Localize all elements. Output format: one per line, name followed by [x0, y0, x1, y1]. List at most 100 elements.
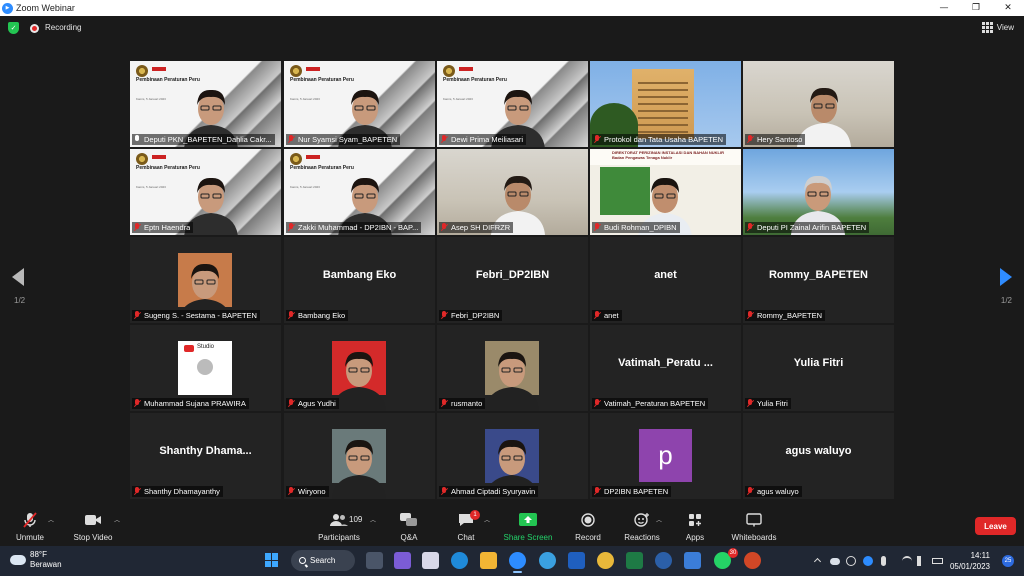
sync-icon[interactable] — [846, 556, 856, 566]
microphone-muted-icon — [440, 487, 448, 496]
participant-display-name: Bambang Eko — [322, 269, 397, 281]
youtube-studio-icon — [184, 345, 194, 352]
participant-tile[interactable]: DIREKTORAT PERIZINAN INSTALASI DAN BAHAN… — [590, 149, 741, 235]
clock-time: 14:11 — [970, 551, 990, 560]
reactions-button[interactable]: Reactions — [612, 512, 672, 542]
video-options-chevron-icon[interactable]: ︿ — [114, 515, 120, 524]
weather-widget[interactable]: 88°F Berawan — [7, 550, 62, 570]
close-button[interactable]: ✕ — [992, 0, 1024, 16]
word-icon[interactable] — [568, 552, 585, 569]
unmute-label: Unmute — [15, 533, 44, 542]
participant-tile[interactable]: Pembinaan Peraturan Perundang-undangan K… — [130, 61, 281, 147]
microphone-muted-icon — [133, 311, 141, 320]
zoom-logo-icon: ▶ — [2, 2, 13, 14]
participant-tile[interactable]: Deputi PI Zainal Arifin BAPETEN — [743, 149, 894, 235]
participant-tile[interactable]: Bambang Eko Bambang Eko — [284, 237, 435, 323]
task-view-icon[interactable] — [366, 552, 383, 569]
next-page-icon[interactable] — [1000, 268, 1012, 286]
participant-name-label: Febri_DP2IBN — [439, 310, 503, 321]
participant-name-label: Muhammad Sujana PRAWIRA — [132, 398, 249, 409]
taskbar-clock[interactable]: 14:11 05/01/2023 — [950, 550, 990, 572]
participant-tile[interactable]: Asep SH DIFRZR — [437, 149, 588, 235]
shield-check-icon[interactable]: ✓ — [8, 22, 19, 34]
microphone-muted-icon — [746, 487, 754, 496]
wifi-icon[interactable] — [902, 556, 912, 566]
participant-tile[interactable]: Pembinaan Peraturan Perundang-undangan K… — [130, 149, 281, 235]
participant-tile[interactable]: Ahmad Ciptadi Syuryavin — [437, 413, 588, 499]
onedrive-cloud-icon[interactable] — [830, 558, 840, 565]
microphone-muted-icon — [746, 311, 754, 320]
qa-icon — [400, 512, 418, 528]
zoom-tray-icon[interactable] — [863, 556, 873, 566]
microphone-muted-icon — [133, 487, 141, 496]
recording-label[interactable]: Recording — [45, 23, 81, 32]
edge-browser-icon[interactable] — [451, 552, 468, 569]
view-button[interactable]: View — [981, 22, 1014, 33]
participant-tile[interactable]: p DP2IBN BAPETEN — [590, 413, 741, 499]
participant-name-label: Vatimah_Peraturan BAPETEN — [592, 398, 709, 409]
participant-tile[interactable]: Yulia Fitri Yulia Fitri — [743, 325, 894, 411]
edge-beta-icon[interactable] — [539, 552, 556, 569]
audio-options-chevron-icon[interactable]: ︿ — [48, 515, 54, 524]
microphone-muted-icon — [133, 223, 141, 232]
participant-display-name: Yulia Fitri — [793, 357, 844, 369]
window-controls: — ❐ ✕ — [928, 0, 1024, 16]
volume-icon[interactable] — [917, 556, 923, 566]
participant-tile[interactable]: Febri_DP2IBN Febri_DP2IBN — [437, 237, 588, 323]
widgets-icon[interactable] — [422, 552, 439, 569]
zoom-app-icon[interactable] — [509, 552, 526, 573]
participant-tile[interactable]: Shanthy Dhama... Shanthy Dhamayanthy — [130, 413, 281, 499]
browser-icon[interactable] — [655, 552, 672, 569]
apps-button[interactable]: Apps — [665, 512, 725, 542]
photos-icon[interactable] — [684, 552, 701, 569]
chrome-icon[interactable] — [597, 552, 614, 569]
slide-date: Kamis, 5 Januari 2023 — [136, 185, 166, 189]
whiteboards-button[interactable]: Whiteboards — [724, 512, 784, 542]
notification-badge[interactable]: 25 — [1002, 555, 1014, 567]
participant-name: Agus Yudhi — [298, 399, 336, 408]
participant-tile[interactable]: Studio Muhammad Sujana PRAWIRA — [130, 325, 281, 411]
view-label: View — [996, 23, 1014, 32]
participant-tile[interactable]: anet anet — [590, 237, 741, 323]
participant-tile[interactable]: Protokol dan Tata Usaha BAPETEN — [590, 61, 741, 147]
minimize-button[interactable]: — — [928, 0, 960, 16]
participants-chevron-icon[interactable]: ︿ — [370, 515, 376, 524]
leave-button[interactable]: Leave — [975, 517, 1016, 535]
bapeten-logo-icon — [459, 67, 473, 71]
previous-page-icon[interactable] — [12, 268, 24, 286]
windows-taskbar: 88°F Berawan Search 30 14:11 05/01/2023 … — [0, 546, 1024, 576]
teams-chat-icon[interactable] — [394, 552, 411, 569]
participant-tile[interactable]: Pembinaan Peraturan Perundang-undangan K… — [284, 149, 435, 235]
participant-tile[interactable]: Rommy_BAPETEN Rommy_BAPETEN — [743, 237, 894, 323]
participant-tile[interactable]: Wiryono — [284, 413, 435, 499]
participant-tile[interactable]: Sugeng S. - Sestama - BAPETEN — [130, 237, 281, 323]
chat-chevron-icon[interactable]: ︿ — [484, 515, 490, 524]
share-screen-button[interactable]: Share Screen — [498, 512, 558, 542]
participant-tile[interactable]: agus waluyo agus waluyo — [743, 413, 894, 499]
microphone-tray-icon[interactable] — [881, 556, 886, 566]
participant-tile[interactable]: Pembinaan Peraturan Perundang-undangan K… — [437, 61, 588, 147]
reactions-chevron-icon[interactable]: ︿ — [656, 515, 662, 524]
maximize-button[interactable]: ❐ — [960, 0, 992, 16]
windows-start-icon[interactable] — [265, 553, 279, 567]
participant-tile[interactable]: rusmanto — [437, 325, 588, 411]
participant-tile[interactable]: Pembinaan Peraturan Perundang-undangan K… — [284, 61, 435, 147]
record-button[interactable]: Record — [558, 512, 618, 542]
battery-icon[interactable] — [932, 558, 943, 564]
participant-name-label: Deputi PI Zainal Arifin BAPETEN — [745, 222, 870, 233]
participant-name-label: Nur Syamsi Syam_BAPETEN — [286, 134, 401, 145]
participant-tile[interactable]: Vatimah_Peratu ... Vatimah_Peraturan BAPE… — [590, 325, 741, 411]
taskbar-search[interactable]: Search — [291, 550, 355, 571]
participant-tile[interactable]: Agus Yudhi — [284, 325, 435, 411]
file-explorer-icon[interactable] — [480, 552, 497, 569]
chat-unread-badge: 1 — [470, 510, 480, 520]
excel-icon[interactable] — [626, 552, 643, 569]
qa-button[interactable]: Q&A — [379, 512, 439, 542]
participant-name: Hery Santoso — [757, 135, 803, 144]
powerpoint-icon[interactable] — [744, 552, 761, 569]
whatsapp-badge: 30 — [728, 548, 738, 558]
participant-tile[interactable]: Hery Santoso — [743, 61, 894, 147]
participant-name-label: Asep SH DIFRZR — [439, 222, 514, 233]
chevron-up-icon[interactable] — [813, 557, 822, 566]
whatsapp-icon[interactable]: 30 — [714, 548, 738, 569]
